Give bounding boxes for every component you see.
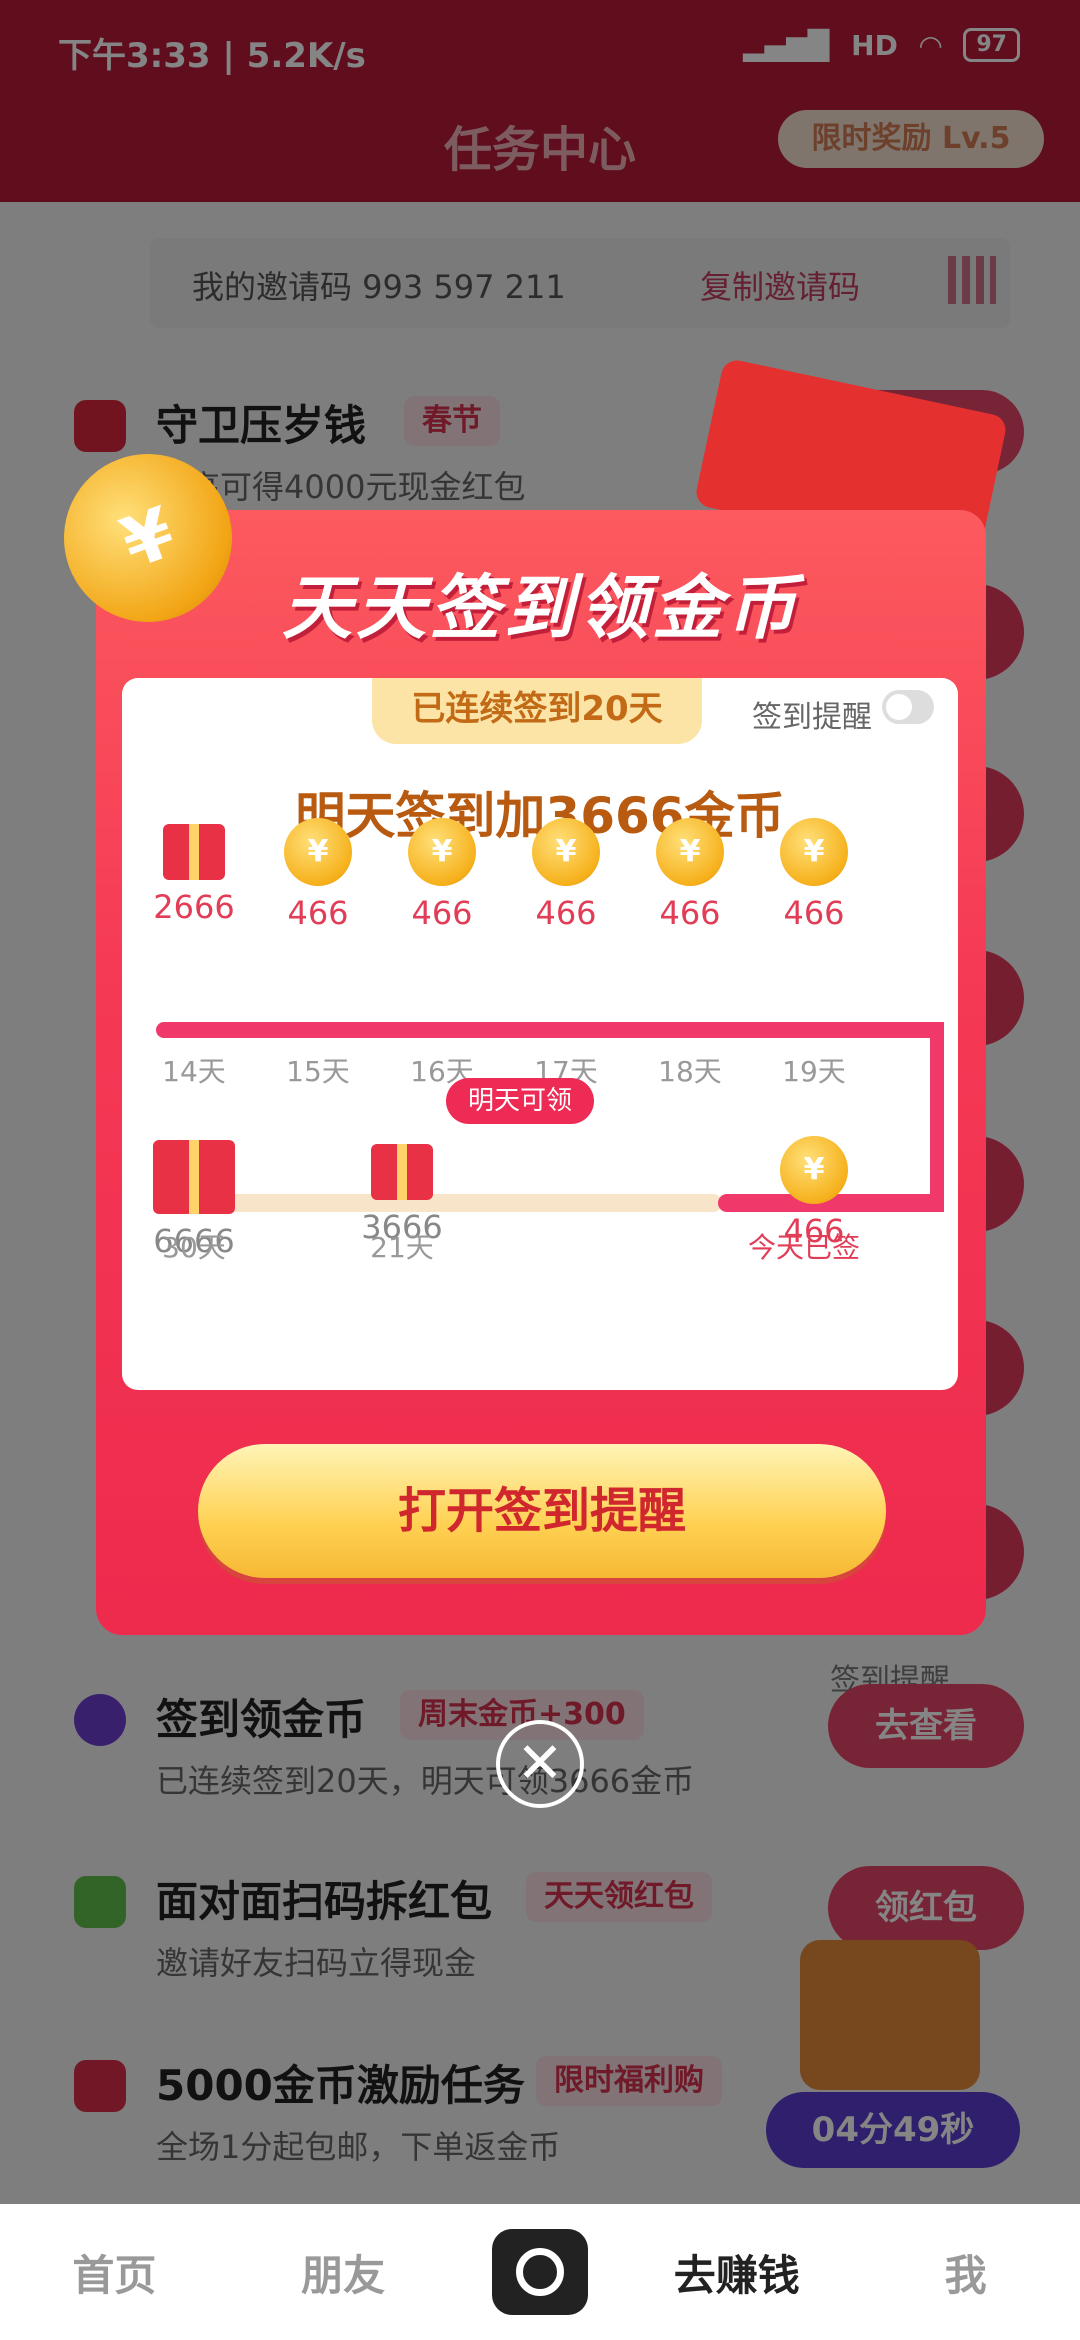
day-reward: 2666 [129, 824, 259, 926]
reward-value: 466 [783, 894, 845, 932]
progress-line [156, 1022, 944, 1038]
gift-icon [163, 824, 225, 880]
close-icon[interactable]: ✕ [496, 1720, 584, 1808]
sign-in-card: 已连续签到20天 签到提醒 明天签到加3666金币 2666 ¥ 466 ¥ 4… [122, 678, 958, 1390]
streak-badge: 已连续签到20天 [372, 678, 702, 744]
coin-icon: ¥ [780, 1136, 848, 1204]
day-reward: ¥ 466 [377, 818, 507, 932]
nav-home[interactable]: 首页 [34, 2242, 194, 2303]
day-label: 今天已签 [747, 1231, 860, 1264]
reward-value: 466 [287, 894, 349, 932]
open-reminder-button[interactable]: 打开签到提醒 [198, 1444, 886, 1578]
nav-friends[interactable]: 朋友 [263, 2242, 423, 2303]
coin-icon: ¥ [656, 818, 724, 886]
day-reward: ¥ 466 [749, 818, 879, 932]
tomorrow-tip: 明天可领 [446, 1078, 594, 1124]
reward-value: 466 [535, 894, 597, 932]
day-reward: ¥ 466 [253, 818, 383, 932]
nav-me[interactable]: 我 [886, 2242, 1046, 2303]
modal-title: 天天签到领金币 [282, 567, 800, 649]
coin-icon: ¥ [780, 818, 848, 886]
camera-icon[interactable] [491, 2229, 588, 2315]
day-reward: ¥ 466 [625, 818, 755, 932]
gift-icon [371, 1144, 433, 1200]
day-label: 19天 [782, 1055, 846, 1088]
nav-earn[interactable]: 去赚钱 [657, 2242, 817, 2303]
coin-icon: ¥ [532, 818, 600, 886]
day-label: 30天 [162, 1231, 226, 1264]
sign-in-modal: 天天签到领金币 已连续签到20天 签到提醒 明天签到加3666金币 2666 ¥… [96, 510, 986, 1635]
bottom-nav: 首页 朋友 去赚钱 我 [0, 2204, 1080, 2340]
day-reward: ¥ 466 [501, 818, 631, 932]
reward-value: 2666 [153, 888, 235, 926]
remind-label: 签到提醒 [752, 700, 872, 735]
reward-value: 466 [659, 894, 721, 932]
day-label: 21天 [370, 1231, 434, 1264]
day-label: 15天 [286, 1055, 350, 1088]
remind-toggle[interactable] [882, 690, 934, 724]
coin-icon: ¥ [408, 818, 476, 886]
progress-line [930, 1022, 944, 1212]
day-label: 14天 [162, 1055, 226, 1088]
reward-value: 466 [411, 894, 473, 932]
day-label: 18天 [658, 1055, 722, 1088]
coin-icon: ¥ [284, 818, 352, 886]
gift-icon [153, 1140, 235, 1214]
